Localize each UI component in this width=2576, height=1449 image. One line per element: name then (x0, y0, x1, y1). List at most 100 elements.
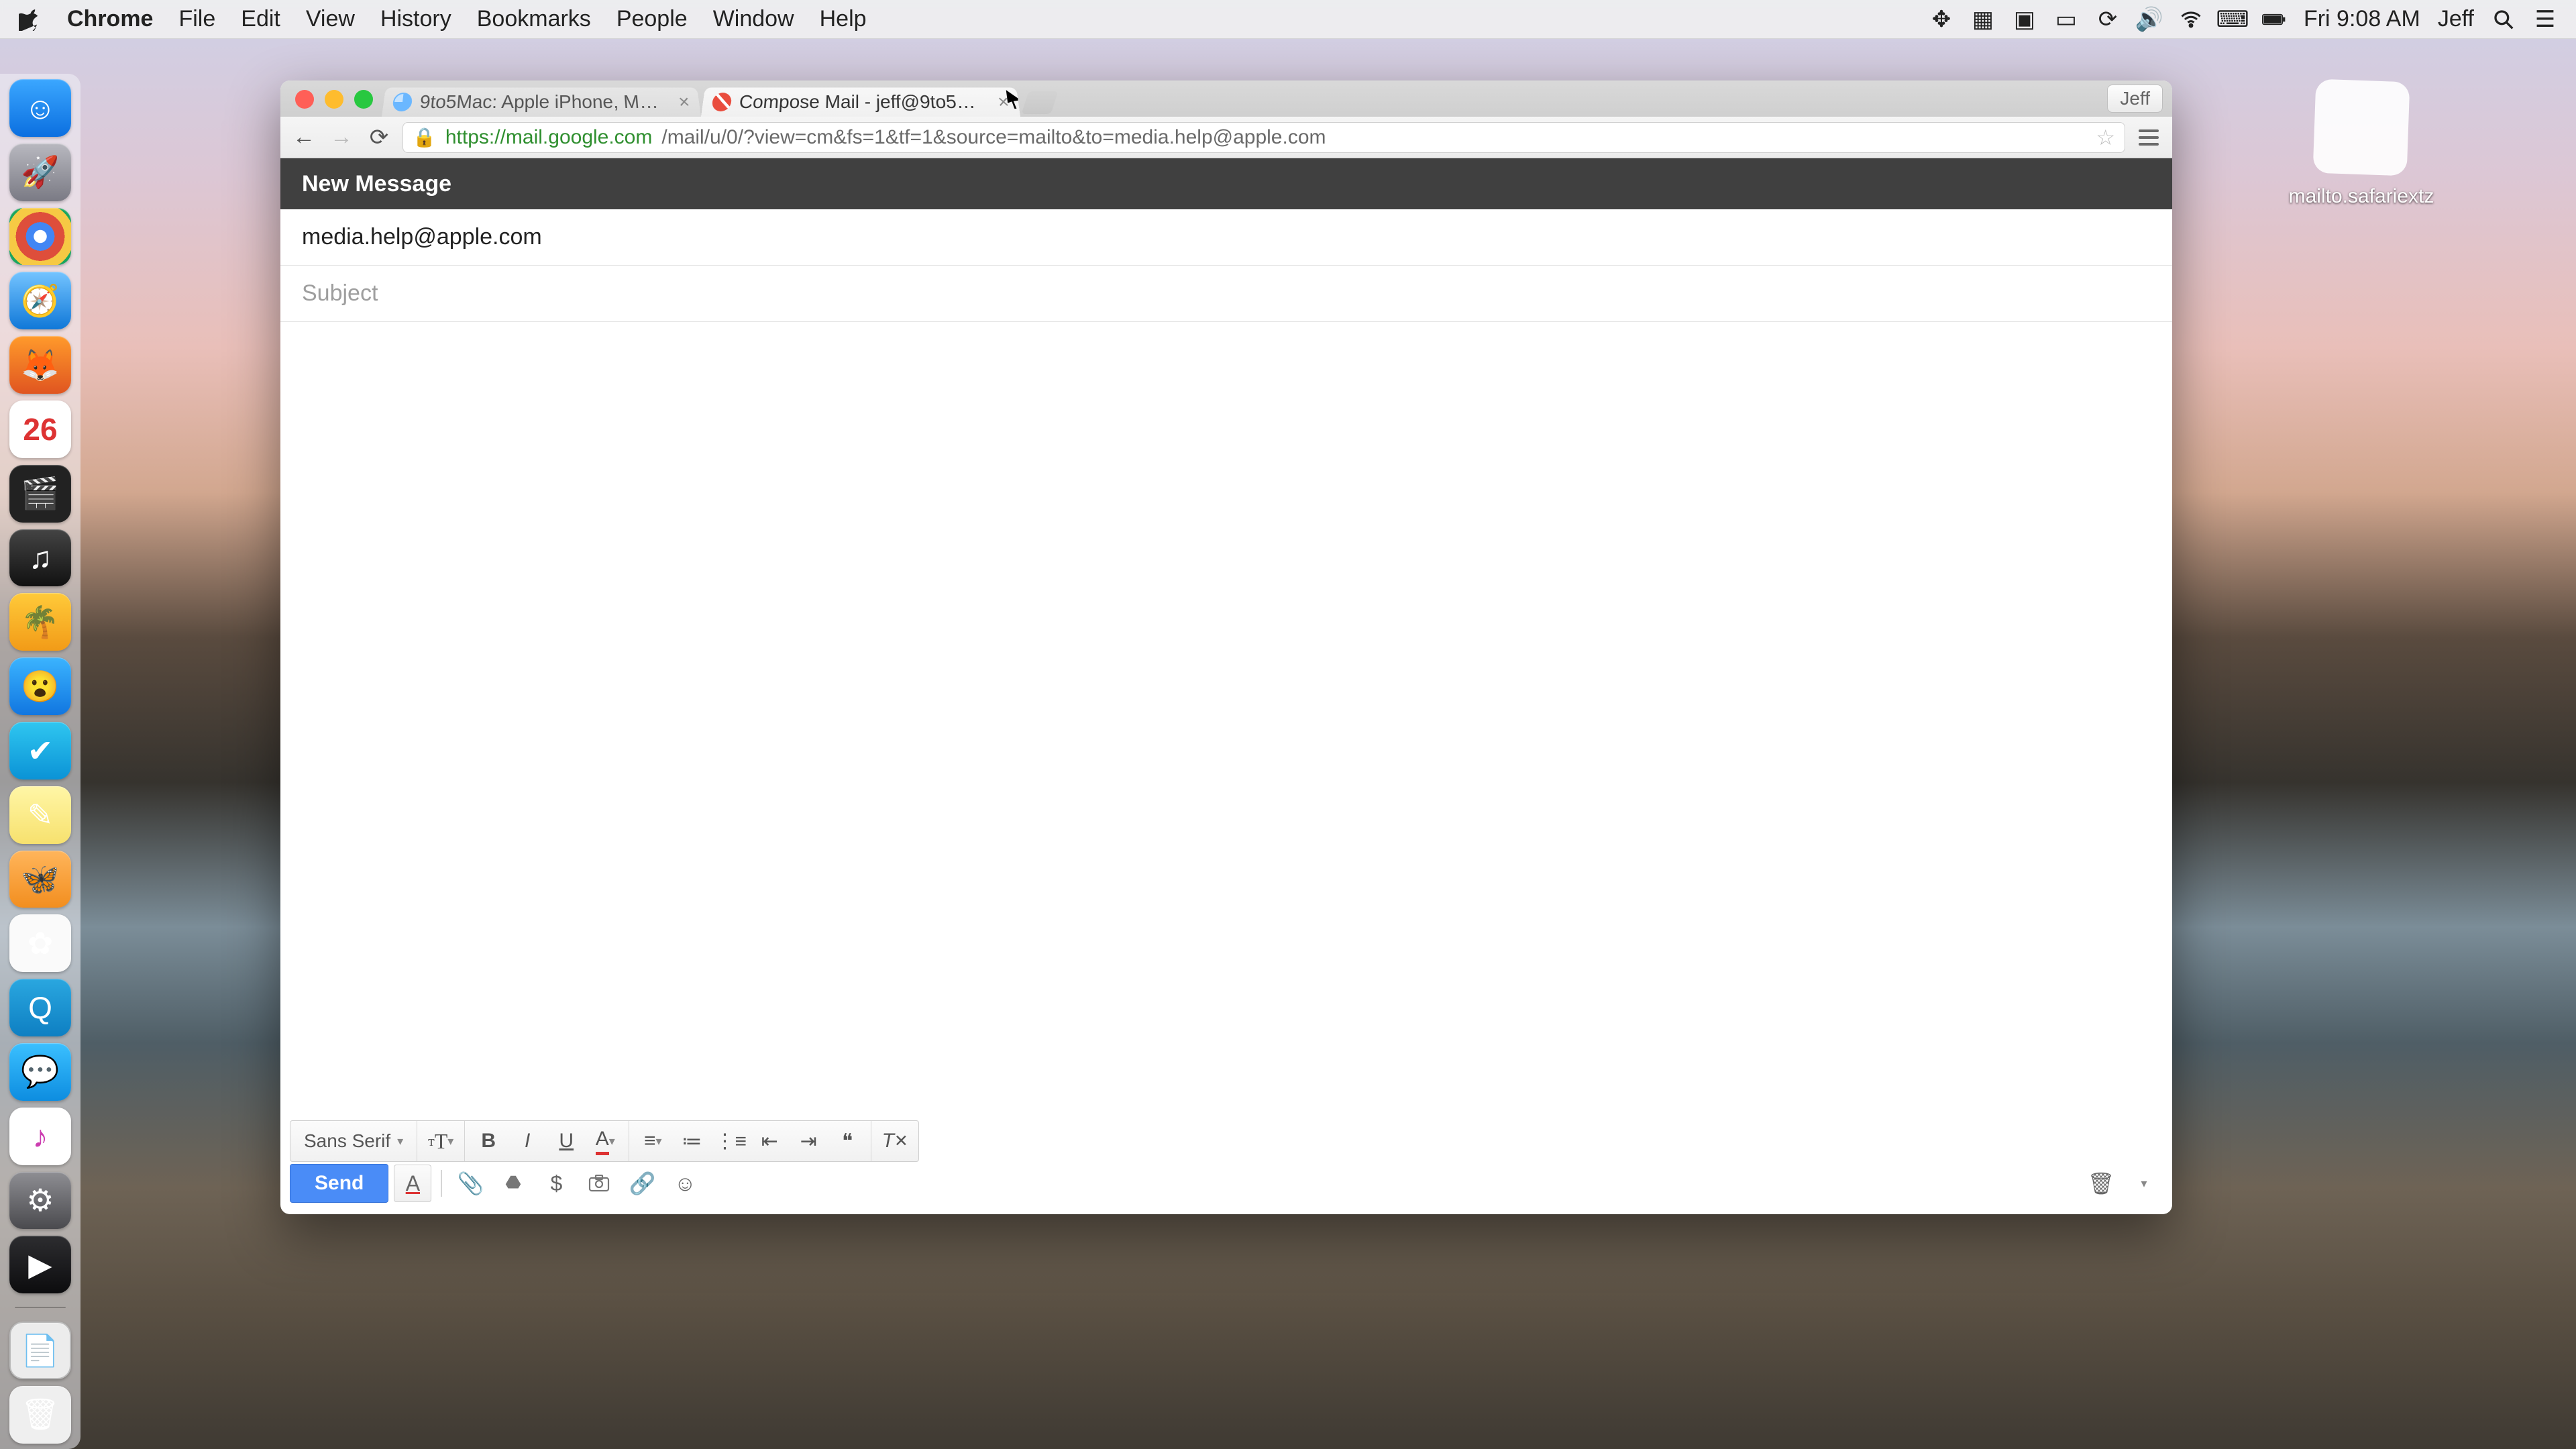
menu-view[interactable]: View (306, 6, 355, 32)
discard-draft-button[interactable]: 🗑 (2082, 1165, 2120, 1202)
chrome-menu-button[interactable] (2135, 123, 2163, 152)
numbered-list-button[interactable]: ≔ (672, 1121, 711, 1161)
textinput-menubar-icon[interactable]: ⌨ (2220, 7, 2245, 32)
formatting-toggle-button[interactable]: A (394, 1165, 431, 1202)
window-close-button[interactable] (295, 90, 314, 109)
dock-notes[interactable]: ✎ (9, 786, 71, 844)
dock-finder[interactable]: ☺ (9, 79, 71, 137)
spotlight-icon[interactable] (2491, 7, 2516, 32)
compose-subject-field[interactable]: Subject (280, 266, 2172, 322)
dock-safari[interactable]: 🧭 (9, 272, 71, 329)
url-path: /mail/u/0/?view=cm&fs=1&tf=1&source=mail… (661, 126, 1326, 149)
compose-to-field[interactable]: media.help@apple.com (280, 209, 2172, 266)
formatting-toolbar: Sans Serif ▾ тT▾ B I U A▾ ≡▾ ≔ ⋮≡ ⇤ ⇥ (290, 1120, 919, 1162)
favicon-9to5mac-icon (392, 93, 413, 111)
insert-photo-button[interactable] (580, 1165, 618, 1202)
chevron-down-icon: ▾ (397, 1134, 403, 1148)
chrome-toolbar: ← → ⟳ 🔒 https://mail.google.com/mail/u/0… (280, 117, 2172, 158)
dock-app-blue[interactable]: 😮 (9, 657, 71, 715)
dropbox-menubar-icon[interactable]: ✥ (1929, 7, 1953, 32)
dock-launchpad[interactable]: 🚀 (9, 144, 71, 201)
dock-file[interactable]: 📄 (9, 1322, 71, 1379)
url-host: https://mail.google.com (445, 126, 652, 149)
dock-finalcut[interactable]: 🎬 (9, 465, 71, 523)
dock-messages[interactable]: 💬 (9, 1043, 71, 1101)
dock-freeform[interactable]: 🦋 (9, 851, 71, 908)
dock-trash[interactable]: 🗑 (9, 1386, 71, 1444)
tab-close-icon[interactable]: × (997, 91, 1010, 113)
menu-history[interactable]: History (380, 6, 451, 32)
attach-file-button[interactable]: 📎 (451, 1165, 489, 1202)
quote-button[interactable]: ❝ (828, 1121, 867, 1161)
compose-body[interactable] (280, 322, 2172, 1120)
dock-quip[interactable]: Q (9, 979, 71, 1036)
italic-button[interactable]: I (508, 1121, 547, 1161)
indent-less-button[interactable]: ⇤ (750, 1121, 789, 1161)
chrome-tabstrip: 9to5Mac: Apple iPhone, M… × Compose Mail… (280, 80, 2172, 117)
wifi-menubar-icon[interactable] (2179, 7, 2203, 32)
tab-9to5mac[interactable]: 9to5Mac: Apple iPhone, M… × (382, 87, 701, 117)
nav-back-button[interactable]: ← (290, 123, 318, 152)
desktop-file-label: mailto.safariextz (2289, 185, 2434, 208)
menu-help[interactable]: Help (820, 6, 867, 32)
underline-button[interactable]: U (547, 1121, 586, 1161)
insert-money-button[interactable]: $ (537, 1165, 575, 1202)
indent-more-button[interactable]: ⇥ (789, 1121, 828, 1161)
dock-firefox[interactable]: 🦊 (9, 336, 71, 394)
safariext-icon (2313, 79, 2410, 176)
menubar-user[interactable]: Jeff (2438, 6, 2474, 32)
dock-itunes[interactable]: ♪ (9, 1108, 71, 1165)
bulleted-list-button[interactable]: ⋮≡ (711, 1121, 750, 1161)
dock-logic[interactable]: ♫ (9, 529, 71, 587)
send-button[interactable]: Send (290, 1164, 388, 1203)
menu-edit[interactable]: Edit (241, 6, 280, 32)
screenrecord-menubar-icon[interactable]: ▣ (2012, 7, 2037, 32)
menu-bookmarks[interactable]: Bookmarks (477, 6, 591, 32)
nav-forward-button[interactable]: → (327, 123, 356, 152)
apple-menu[interactable] (19, 8, 42, 31)
separator (441, 1170, 442, 1197)
menubar-clock[interactable]: Fri 9:08 AM (2304, 6, 2420, 32)
insert-link-button[interactable]: 🔗 (623, 1165, 661, 1202)
dock-calendar[interactable]: 26 (9, 400, 71, 458)
tab-close-icon[interactable]: × (678, 91, 691, 113)
onepassword-menubar-icon[interactable]: ▦ (1971, 7, 1995, 32)
nav-reload-button[interactable]: ⟳ (365, 123, 393, 152)
notification-center-icon[interactable]: ☰ (2533, 7, 2557, 32)
battery-menubar-icon[interactable] (2262, 7, 2286, 32)
sync-menubar-icon[interactable]: ⟳ (2096, 7, 2120, 32)
new-tab-button[interactable] (1021, 91, 1058, 114)
insert-drive-button[interactable] (494, 1165, 532, 1202)
dock-photos[interactable]: ✿ (9, 914, 71, 972)
menu-file[interactable]: File (178, 6, 215, 32)
bookmark-star-icon[interactable]: ☆ (2096, 125, 2115, 150)
dock-quicktime[interactable]: ▶ (9, 1236, 71, 1293)
bold-button[interactable]: B (469, 1121, 508, 1161)
more-options-button[interactable]: ▾ (2125, 1165, 2163, 1202)
chrome-window: 9to5Mac: Apple iPhone, M… × Compose Mail… (280, 80, 2172, 1214)
align-button[interactable]: ≡▾ (633, 1121, 672, 1161)
font-family-label: Sans Serif (304, 1130, 390, 1152)
dock-systemprefs[interactable]: ⚙ (9, 1172, 71, 1230)
remove-formatting-button[interactable]: T✕ (875, 1121, 914, 1161)
dock-iphoto[interactable]: 🌴 (9, 593, 71, 651)
dock-things[interactable]: ✔ (9, 722, 71, 780)
menu-people[interactable]: People (616, 6, 688, 32)
airplay-menubar-icon[interactable]: ▭ (2054, 7, 2078, 32)
window-minimize-button[interactable] (325, 90, 343, 109)
favicon-gmail-icon (711, 93, 732, 111)
dock-chrome[interactable] (9, 208, 71, 266)
volume-menubar-icon[interactable]: 🔊 (2137, 7, 2161, 32)
desktop-file[interactable]: mailto.safariextz (2267, 80, 2455, 208)
insert-emoji-button[interactable]: ☺ (666, 1165, 704, 1202)
compose-header: New Message (280, 158, 2172, 209)
text-color-button[interactable]: A▾ (586, 1121, 625, 1161)
tab-compose-mail[interactable]: Compose Mail - jeff@9to5… × (701, 87, 1020, 117)
font-family-picker[interactable]: Sans Serif ▾ (294, 1130, 413, 1152)
address-bar[interactable]: 🔒 https://mail.google.com/mail/u/0/?view… (402, 122, 2125, 153)
window-zoom-button[interactable] (354, 90, 373, 109)
chrome-profile-badge[interactable]: Jeff (2107, 85, 2163, 113)
font-size-button[interactable]: тT▾ (421, 1121, 460, 1161)
active-app-name[interactable]: Chrome (67, 6, 153, 32)
menu-window[interactable]: Window (713, 6, 794, 32)
